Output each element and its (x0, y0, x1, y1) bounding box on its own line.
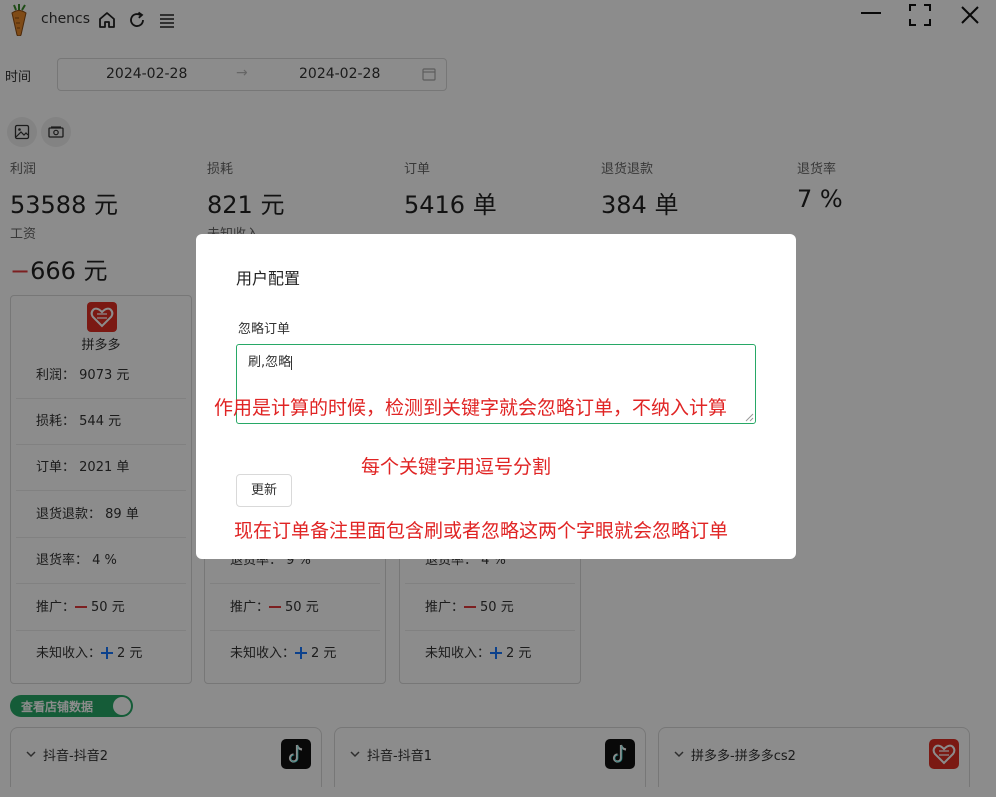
update-button[interactable]: 更新 (236, 474, 292, 507)
annotation-text: 现在订单备注里面包含刷或者忽略这两个字眼就会忽略订单 (234, 520, 729, 542)
resize-grip-icon[interactable] (744, 412, 754, 422)
annotation-text: 每个关键字用逗号分割 (361, 456, 552, 478)
ignore-orders-label: 忽略订单 (238, 322, 291, 337)
annotation-text: 作用是计算的时候，检测到关键字就会忽略订单，不纳入计算 (214, 397, 728, 419)
modal-title: 用户配置 (236, 269, 301, 288)
